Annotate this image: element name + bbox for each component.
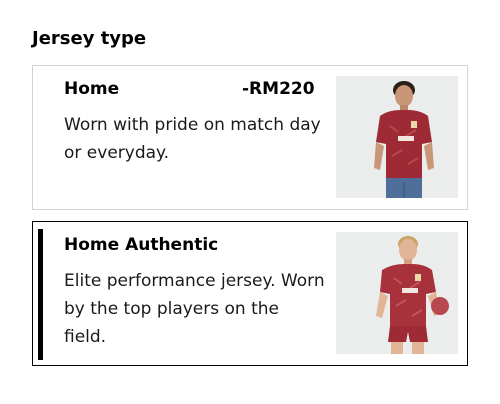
option-description: Elite performance jersey. Worn by the to… — [64, 271, 325, 347]
option-name: Home — [64, 79, 120, 99]
section-title: Jersey type — [32, 28, 147, 49]
option-description: Worn with pride on match day or everyday… — [64, 115, 321, 163]
model-figure-home — [374, 81, 434, 198]
selected-indicator — [38, 229, 43, 360]
jersey-option-home[interactable]: Home -RM220 Worn with pride on match day… — [32, 65, 468, 210]
option-price: -RM220 — [242, 79, 315, 99]
jersey-option-home-authentic[interactable]: Home Authentic Elite performance jersey.… — [32, 221, 468, 366]
jersey-authentic-image — [336, 232, 458, 354]
jersey-home-image — [336, 76, 458, 198]
option-name: Home Authentic — [64, 235, 219, 255]
model-figure-authentic — [376, 236, 449, 354]
